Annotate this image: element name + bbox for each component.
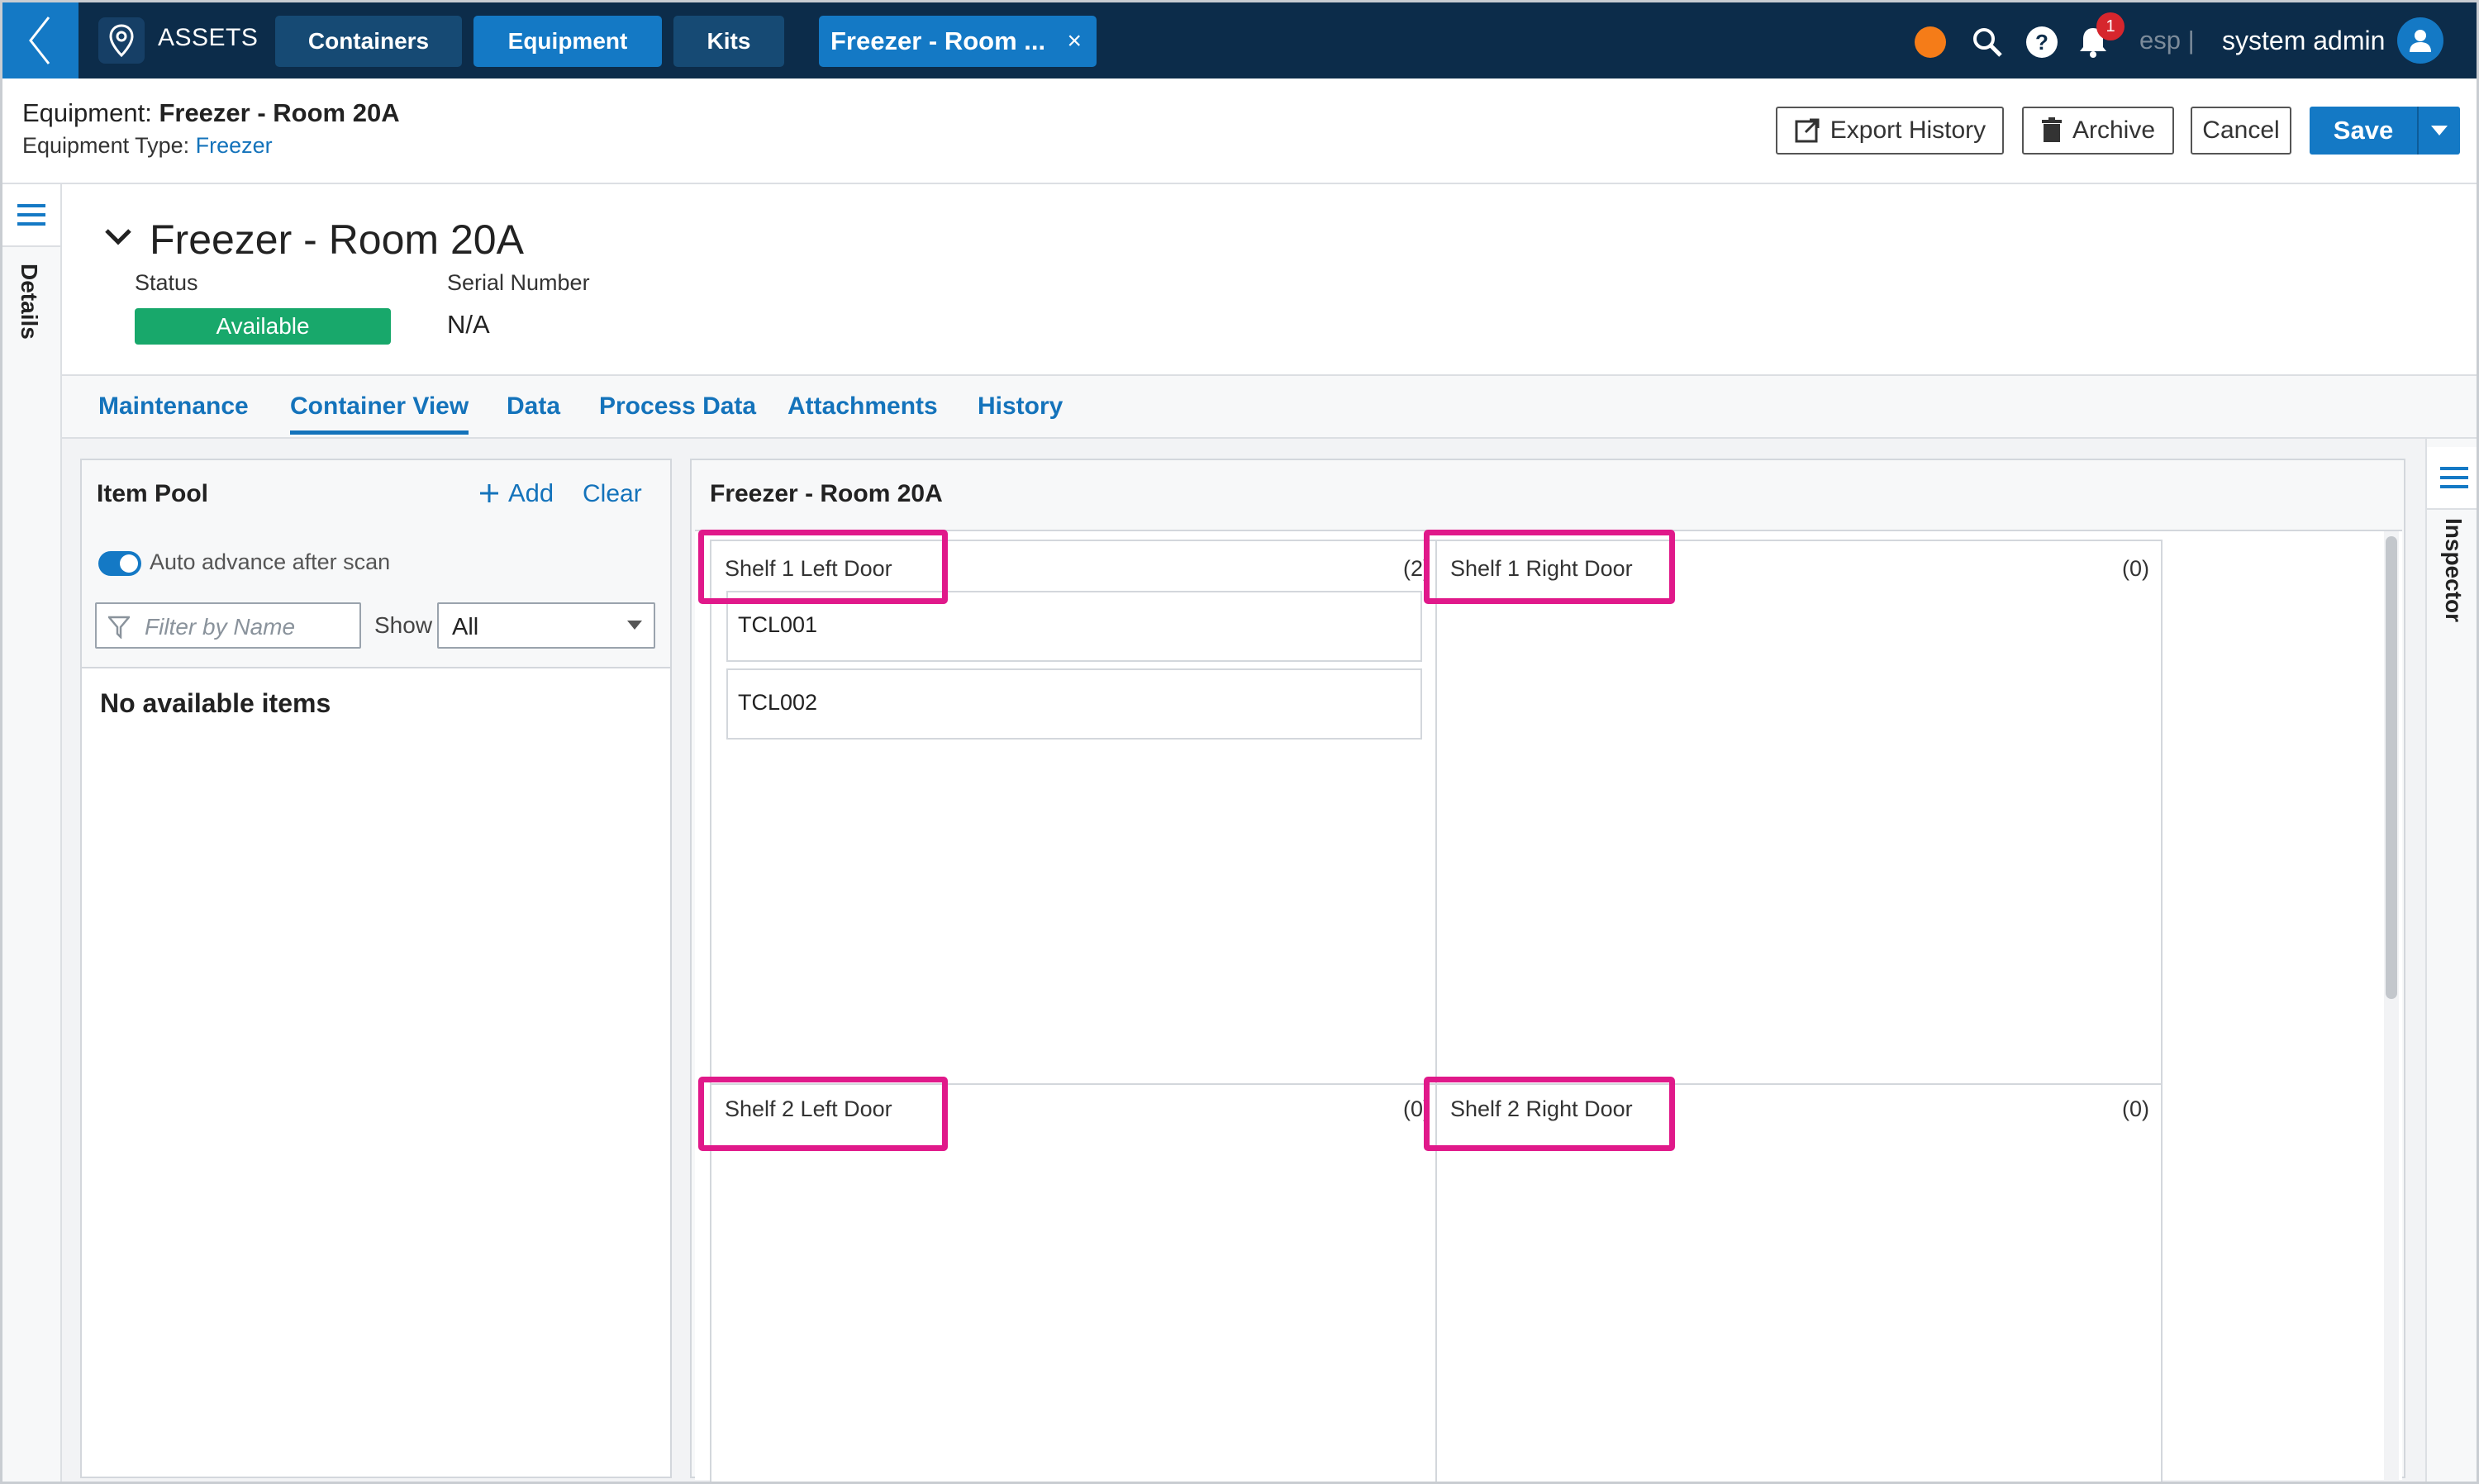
- inspector-panel-toggle[interactable]: [2427, 447, 2477, 510]
- equipment-title: Equipment: Freezer - Room 20A: [22, 98, 400, 128]
- show-select[interactable]: All: [437, 602, 655, 649]
- save-button-group[interactable]: Save: [2310, 107, 2460, 155]
- tab-data[interactable]: Data: [507, 392, 560, 421]
- auto-advance-toggle[interactable]: [98, 551, 141, 576]
- nav-tab-kits[interactable]: Kits: [673, 16, 784, 67]
- cell-count: (0): [2122, 1096, 2149, 1121]
- tab-attachments[interactable]: Attachments: [787, 392, 938, 421]
- item-pool-header: Item Pool Add Clear Auto advance after s…: [82, 460, 670, 668]
- container-view-panel: Freezer - Room 20A Shelf 1 Left Door (2)…: [690, 459, 2405, 1482]
- item-label: TCL002: [738, 690, 818, 715]
- user-icon: [2410, 30, 2431, 52]
- app-name: ASSETS: [158, 24, 259, 51]
- auto-advance-label: Auto advance after scan: [150, 549, 391, 574]
- equipment-title-prefix: Equipment:: [22, 98, 159, 127]
- tab-process-data[interactable]: Process Data: [599, 392, 756, 421]
- container-view-title: Freezer - Room 20A: [710, 480, 943, 507]
- list-item[interactable]: TCL002: [726, 668, 1422, 740]
- filter-placeholder: Filter by Name: [145, 614, 296, 640]
- close-icon[interactable]: ×: [1067, 27, 1082, 55]
- add-item-label: Add: [508, 478, 554, 507]
- nav-tab-containers[interactable]: Containers: [275, 16, 462, 67]
- container-scrollbar-thumb[interactable]: [2386, 536, 2397, 999]
- assets-app-icon[interactable]: [98, 17, 145, 64]
- clear-button[interactable]: Clear: [583, 480, 642, 508]
- back-chevron-icon: [29, 17, 50, 64]
- details-section: Freezer - Room 20A Status Available Seri…: [62, 184, 2477, 374]
- status-badge: Available: [135, 308, 391, 345]
- equipment-title-value: Freezer - Room 20A: [159, 98, 400, 127]
- export-icon: [1795, 118, 1820, 143]
- record-tabs: Maintenance Container View Data Process …: [62, 374, 2477, 439]
- caret-down-icon: [2431, 126, 2448, 136]
- record-header: Equipment: Freezer - Room 20A Equipment …: [2, 78, 2477, 184]
- details-panel-toggle[interactable]: [2, 184, 60, 247]
- item-pool-panel: Item Pool Add Clear Auto advance after s…: [80, 459, 672, 1478]
- list-icon: [17, 204, 45, 226]
- item-pool-title: Item Pool: [97, 480, 209, 507]
- add-item-button[interactable]: Add: [478, 478, 554, 508]
- back-button[interactable]: [2, 2, 79, 78]
- record-tab-label: Freezer - Room ...: [830, 26, 1046, 55]
- filter-icon: [108, 616, 130, 639]
- status-indicator-dot[interactable]: [1915, 26, 1946, 58]
- caret-down-icon: [627, 621, 642, 630]
- tab-maintenance[interactable]: Maintenance: [98, 392, 249, 421]
- empty-state-text: No available items: [100, 688, 331, 718]
- container-grid: Shelf 1 Left Door (2) TCL001 TCL002 Shel…: [695, 530, 2402, 1482]
- inspector-side-rail[interactable]: Inspector: [2425, 439, 2477, 1482]
- search-icon: [1973, 28, 2002, 57]
- language-switch[interactable]: esp |: [2139, 26, 2195, 55]
- serial-number-label: Serial Number: [447, 270, 590, 295]
- highlight-box: [698, 530, 948, 604]
- inspector-rail-label[interactable]: Inspector: [2440, 518, 2467, 622]
- search-button[interactable]: [1969, 24, 2006, 60]
- export-history-button[interactable]: Export History: [1776, 107, 2004, 155]
- tab-container-view[interactable]: Container View: [290, 392, 469, 435]
- avatar[interactable]: [2397, 17, 2443, 64]
- app-window: ASSETS Containers Equipment Kits Freezer…: [0, 0, 2479, 1484]
- user-name[interactable]: system admin: [2222, 26, 2385, 56]
- serial-number-value: N/A: [447, 310, 490, 339]
- export-history-label: Export History: [1830, 117, 1987, 144]
- equipment-type-prefix: Equipment Type:: [22, 133, 196, 158]
- save-options-toggle[interactable]: [2417, 107, 2460, 155]
- details-rail-label[interactable]: Details: [16, 264, 42, 340]
- equipment-type: Equipment Type: Freezer: [22, 133, 273, 159]
- cell-count: (0): [2122, 556, 2149, 581]
- container-cell-shelf-1-right[interactable]: Shelf 1 Right Door (0): [1435, 540, 2163, 1085]
- details-side-rail[interactable]: Details: [2, 184, 62, 1482]
- highlight-box: [1424, 530, 1675, 604]
- location-pin-icon: [109, 24, 134, 57]
- notification-badge: 1: [2096, 12, 2125, 40]
- plus-icon: [480, 484, 498, 502]
- page-title: Freezer - Room 20A: [150, 216, 524, 263]
- archive-label: Archive: [2072, 117, 2156, 144]
- top-navigation-bar: ASSETS Containers Equipment Kits Freezer…: [2, 2, 2477, 78]
- record-tab[interactable]: Freezer - Room ... ×: [819, 16, 1097, 67]
- tab-history[interactable]: History: [978, 392, 1063, 421]
- filter-by-name-input[interactable]: Filter by Name: [95, 602, 361, 649]
- chevron-down-icon[interactable]: [103, 227, 133, 247]
- list-icon: [2440, 467, 2468, 488]
- container-cell-shelf-1-left[interactable]: Shelf 1 Left Door (2) TCL001 TCL002: [710, 540, 1437, 1085]
- equipment-type-link[interactable]: Freezer: [196, 133, 273, 158]
- save-button[interactable]: Save: [2310, 107, 2417, 155]
- svg-text:?: ?: [2035, 30, 2048, 55]
- show-select-value: All: [452, 614, 479, 640]
- show-label: Show: [374, 612, 433, 638]
- cancel-button[interactable]: Cancel: [2191, 107, 2291, 155]
- help-icon: ?: [2026, 26, 2058, 58]
- trash-icon: [2041, 117, 2062, 142]
- highlight-box: [1424, 1077, 1675, 1151]
- status-label: Status: [135, 270, 198, 295]
- highlight-box: [698, 1077, 948, 1151]
- archive-button[interactable]: Archive: [2022, 107, 2174, 155]
- nav-tab-equipment[interactable]: Equipment: [473, 16, 662, 67]
- help-button[interactable]: ?: [2024, 24, 2060, 60]
- item-label: TCL001: [738, 612, 818, 637]
